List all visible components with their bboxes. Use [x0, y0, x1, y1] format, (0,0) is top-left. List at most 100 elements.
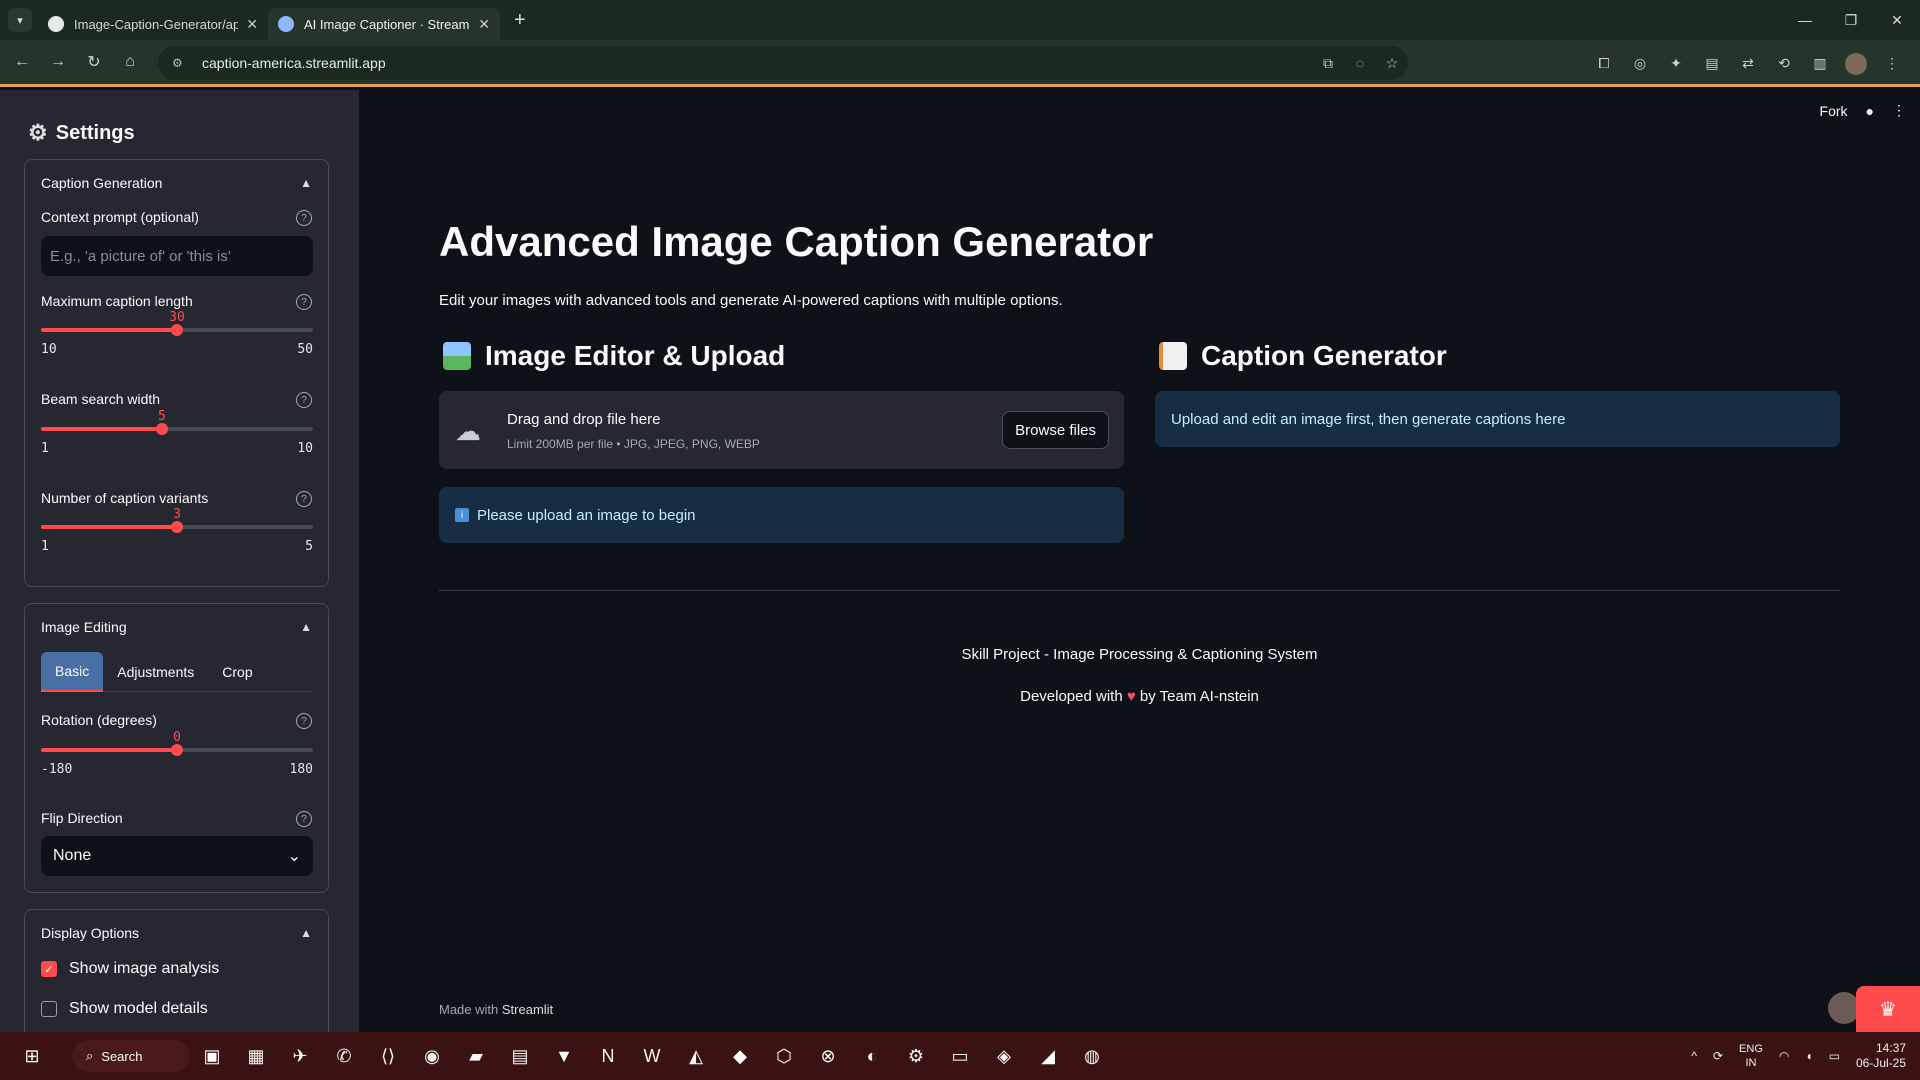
close-window-icon[interactable]: ✕ — [1874, 0, 1920, 40]
taskbar-search[interactable]: ⌕ Search — [72, 1040, 190, 1072]
help-icon[interactable]: ? — [296, 713, 312, 729]
browser-tab-streamlit[interactable]: AI Image Captioner · Streamlit ✕ — [268, 8, 500, 40]
caption-section-header: Caption Generator — [1159, 340, 1447, 372]
chrome-icon[interactable]: ◉ — [410, 1036, 454, 1076]
restore-icon[interactable]: ❐ — [1828, 0, 1874, 40]
widgets-icon[interactable]: ▦ — [234, 1036, 278, 1076]
store-icon[interactable]: ▤ — [498, 1036, 542, 1076]
eye-off-icon[interactable]: ◌ — [1344, 55, 1376, 71]
main-menu-icon[interactable]: ⋮ — [1892, 102, 1906, 119]
whatsapp-icon[interactable]: ✆ — [322, 1036, 366, 1076]
beam-width-slider[interactable]: 5 1 10 — [41, 409, 313, 461]
rotation-label: Rotation (degrees) — [41, 712, 157, 728]
help-icon[interactable]: ? — [296, 294, 312, 310]
back-icon[interactable]: ← — [4, 53, 40, 71]
site-info-icon[interactable]: ⚙ — [172, 56, 190, 70]
display-options-header[interactable]: Display Options ▲ — [25, 910, 328, 956]
flip-direction-select[interactable]: None ⌄ — [41, 836, 313, 876]
spotify-icon[interactable]: ◍ — [1070, 1036, 1114, 1076]
trash-icon[interactable]: ▥ — [1802, 55, 1838, 72]
python-icon[interactable]: ◈ — [982, 1036, 1026, 1076]
word-icon[interactable]: W — [630, 1036, 674, 1076]
show-model-checkbox[interactable]: Show model details — [41, 1000, 208, 1018]
sidebar-title: ⚙ Settings — [28, 120, 135, 146]
checkbox-label: Show image analysis — [69, 960, 220, 977]
context-prompt-input[interactable]: E.g., 'a picture of' or 'this is' — [41, 236, 313, 276]
translate-icon[interactable]: ⇄ — [1730, 55, 1766, 72]
caption-generation-header[interactable]: Caption Generation ▲ — [25, 160, 328, 206]
chevron-up-icon[interactable]: ^ — [1691, 1049, 1697, 1063]
file-explorer-icon[interactable]: ▰ — [454, 1036, 498, 1076]
screenshot-icon[interactable]: ◎ — [1622, 55, 1658, 72]
settings-icon[interactable]: ⚙ — [894, 1036, 938, 1076]
tab-basic[interactable]: Basic — [41, 652, 104, 692]
task-view-icon[interactable]: ▣ — [190, 1036, 234, 1076]
onenote-icon[interactable]: N — [586, 1036, 630, 1076]
sync-icon[interactable]: ⟳ — [1713, 1049, 1723, 1063]
editing-tabs: Basic Adjustments Crop — [41, 652, 313, 692]
forward-icon[interactable]: → — [40, 53, 76, 71]
nvidia-icon[interactable]: ◐ — [850, 1036, 894, 1076]
caption-variants-slider[interactable]: 3 1 5 — [41, 507, 313, 559]
tab-search-button[interactable]: ▾ — [8, 8, 32, 32]
battery-icon[interactable]: ▭ — [1829, 1049, 1840, 1063]
windows-start-icon[interactable]: ⊞ — [10, 1036, 54, 1076]
help-icon[interactable]: ? — [296, 811, 312, 827]
brave-icon[interactable]: ▼ — [542, 1036, 586, 1076]
browser-tab-github[interactable]: Image-Caption-Generator/app ✕ — [38, 8, 268, 40]
slider-thumb[interactable] — [171, 521, 183, 533]
slider-thumb[interactable] — [155, 423, 168, 435]
tab-crop[interactable]: Crop — [208, 652, 266, 692]
xbox-icon[interactable]: ⊗ — [806, 1036, 850, 1076]
new-tab-button[interactable]: + — [514, 9, 526, 32]
terminal-icon[interactable]: ▭ — [938, 1036, 982, 1076]
checkbox-checked-icon: ✓ — [41, 961, 57, 977]
bookmark-star-icon[interactable]: ☆ — [1376, 55, 1408, 72]
file-uploader[interactable]: ☁ Drag and drop file here Limit 200MB pe… — [439, 391, 1124, 469]
browser-menu-icon[interactable]: ⋮ — [1874, 55, 1910, 72]
url-field[interactable]: ⚙ caption-america.streamlit.app ⧉ ◌ ☆ — [158, 46, 1408, 80]
clock[interactable]: 14:37 06-Jul-25 — [1856, 1041, 1906, 1071]
help-icon[interactable]: ? — [296, 210, 312, 226]
fork-button[interactable]: Fork — [1820, 103, 1848, 119]
telegram-icon[interactable]: ✈ — [278, 1036, 322, 1076]
streamlit-crown-icon[interactable]: ♛ — [1856, 986, 1920, 1032]
home-icon[interactable]: ⌂ — [112, 53, 148, 71]
history-icon[interactable]: ⟲ — [1766, 55, 1802, 72]
tab-adjustments[interactable]: Adjustments — [103, 652, 208, 692]
minimize-icon[interactable]: — — [1782, 0, 1828, 40]
install-app-icon[interactable]: ⧉ — [1312, 55, 1344, 72]
help-icon[interactable]: ? — [296, 491, 312, 507]
sidepanel-icon[interactable]: ▤ — [1694, 55, 1730, 72]
language-indicator[interactable]: ENG IN — [1739, 1042, 1763, 1070]
profile-avatar[interactable] — [1845, 52, 1867, 75]
help-icon[interactable]: ? — [296, 392, 312, 408]
unity-icon[interactable]: ⬡ — [762, 1036, 806, 1076]
close-tab-icon[interactable]: ✕ — [478, 16, 490, 33]
slider-thumb[interactable] — [171, 744, 183, 756]
image-editing-header[interactable]: Image Editing ▲ — [25, 604, 328, 650]
made-with-streamlit[interactable]: Made with Streamlit — [439, 1002, 553, 1017]
extension-icon[interactable]: ✦ — [1658, 55, 1694, 72]
close-tab-icon[interactable]: ✕ — [246, 16, 258, 33]
rotation-slider[interactable]: 0 -180 180 — [41, 730, 313, 782]
max-length-slider[interactable]: 30 10 50 — [41, 310, 313, 362]
github-icon[interactable]: ● — [1866, 103, 1874, 119]
vscode-icon[interactable]: ⟨⟩ — [366, 1036, 410, 1076]
extensions-icon[interactable]: ⧠ — [1586, 55, 1622, 72]
chevron-up-icon: ▲ — [300, 926, 312, 940]
photos-icon[interactable]: ◭ — [674, 1036, 718, 1076]
tab-title: AI Image Captioner · Streamlit — [304, 16, 471, 32]
show-analysis-checkbox[interactable]: ✓ Show image analysis — [41, 960, 219, 978]
gear-icon: ⚙ — [28, 120, 48, 145]
browse-files-button[interactable]: Browse files — [1002, 411, 1109, 449]
app-icon[interactable]: ◆ — [718, 1036, 762, 1076]
wifi-icon[interactable]: ◠ — [1779, 1049, 1789, 1063]
volume-icon[interactable]: ◖ — [1805, 1049, 1812, 1063]
streamlit-link[interactable]: Streamlit — [502, 1002, 553, 1017]
slider-thumb[interactable] — [171, 324, 183, 336]
photo-app-icon[interactable]: ◢ — [1026, 1036, 1070, 1076]
browser-tab-bar: ▾ Image-Caption-Generator/app ✕ AI Image… — [0, 0, 1920, 40]
extensions-area: ⧠ ◎ ✦ ▤ ⇄ ⟲ ▥ ⋮ — [1586, 40, 1910, 87]
reload-icon[interactable]: ↻ — [76, 52, 112, 72]
